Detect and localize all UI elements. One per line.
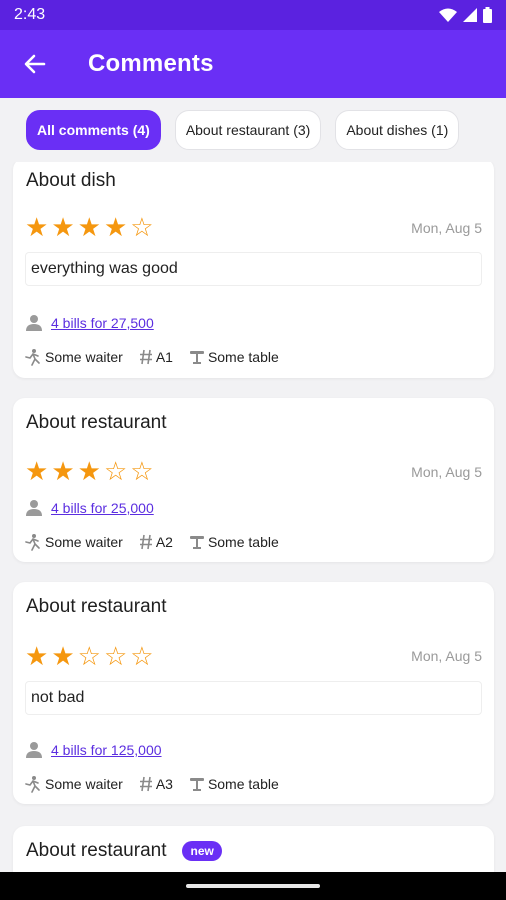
star-filled-icon: ★: [51, 456, 75, 486]
star-filled-icon: ★: [103, 212, 128, 242]
waiter-icon: [24, 348, 42, 366]
star-filled-icon: ★: [25, 641, 49, 671]
star-filled-icon: ★: [51, 641, 75, 671]
star-empty-icon: ☆: [103, 641, 128, 671]
waiter-icon: [24, 533, 42, 551]
table-code-info: A2: [139, 534, 173, 550]
waiter-info: Some waiter: [24, 533, 123, 551]
page-title: Comments: [88, 50, 214, 77]
table-code-info: A1: [139, 349, 173, 365]
bills-row: 4 bills for 27,500: [25, 314, 154, 332]
table-code: A3: [155, 776, 173, 792]
rating-stars: ★ ★ ☆ ☆ ☆: [25, 643, 154, 669]
comments-list[interactable]: About dish ★ ★ ★ ★ ☆ Mon, Aug 5 everything w…: [0, 98, 506, 872]
person-icon: [26, 742, 42, 758]
table-code: A2: [155, 534, 173, 550]
waiter-name: Some waiter: [45, 776, 123, 792]
bills-row: 4 bills for 25,000: [25, 499, 154, 517]
table-name: Some table: [207, 534, 279, 550]
comment-text: not bad: [25, 681, 482, 715]
arrow-left-icon: [24, 54, 46, 74]
tab-about-restaurant[interactable]: About restaurant (3): [174, 110, 322, 150]
status-time: 2:43: [14, 6, 46, 23]
star-filled-icon: ★: [25, 212, 49, 242]
table-info: Some table: [189, 349, 279, 365]
star-filled-icon: ★: [51, 212, 75, 242]
rating-stars: ★ ★ ★ ★ ☆: [25, 214, 154, 240]
hash-icon: [139, 349, 153, 365]
table-name: Some table: [207, 349, 279, 365]
comment-title: About dish: [26, 170, 116, 191]
table-code-info: A3: [139, 776, 173, 792]
bills-link[interactable]: 4 bills for 27,500: [51, 315, 154, 331]
battery-icon: [483, 7, 492, 23]
wifi-icon: [439, 8, 457, 22]
star-empty-icon: ☆: [77, 641, 101, 671]
comment-date: Mon, Aug 5: [411, 220, 482, 236]
waiter-name: Some waiter: [45, 534, 123, 550]
status-bar: 2:43: [0, 0, 506, 30]
comment-date: Mon, Aug 5: [411, 464, 482, 480]
comment-card: About dish ★ ★ ★ ★ ☆ Mon, Aug 5 everything w…: [13, 158, 494, 378]
bills-link[interactable]: 4 bills for 25,000: [51, 500, 154, 516]
meta-row: Some waiter A1 Some table: [24, 348, 295, 366]
status-icons: [439, 7, 492, 23]
waiter-info: Some waiter: [24, 348, 123, 366]
app-bar: Comments: [0, 30, 506, 98]
star-empty-icon: ☆: [130, 641, 154, 671]
waiter-info: Some waiter: [24, 775, 123, 793]
meta-row: Some waiter A2 Some table: [24, 533, 295, 551]
table-icon: [189, 349, 205, 365]
filter-tabs: All comments (4) About restaurant (3) Ab…: [0, 98, 506, 162]
comment-title: About restaurant: [26, 412, 167, 433]
home-indicator[interactable]: [186, 884, 320, 888]
meta-row: Some waiter A3 Some table: [24, 775, 295, 793]
comment-card: About restaurant new: [13, 826, 494, 872]
signal-icon: [463, 8, 477, 22]
hash-icon: [139, 534, 153, 550]
table-icon: [189, 534, 205, 550]
table-name: Some table: [207, 776, 279, 792]
star-empty-icon: ☆: [130, 456, 154, 486]
hash-icon: [139, 776, 153, 792]
table-code: A1: [155, 349, 173, 365]
star-empty-icon: ☆: [103, 456, 128, 486]
comment-card: About restaurant ★ ★ ★ ☆ ☆ Mon, Aug 5 4 bill…: [13, 398, 494, 562]
person-icon: [26, 315, 42, 331]
table-icon: [189, 776, 205, 792]
tab-all-comments[interactable]: All comments (4): [26, 110, 161, 150]
comment-title: About restaurant: [26, 596, 167, 617]
table-info: Some table: [189, 776, 279, 792]
tab-about-dishes[interactable]: About dishes (1): [335, 110, 460, 150]
comment-title: About restaurant: [26, 840, 167, 861]
star-filled-icon: ★: [77, 456, 101, 486]
bills-link[interactable]: 4 bills for 125,000: [51, 742, 162, 758]
comment-card: About restaurant ★ ★ ☆ ☆ ☆ Mon, Aug 5 not ba…: [13, 582, 494, 804]
waiter-name: Some waiter: [45, 349, 123, 365]
comment-date: Mon, Aug 5: [411, 648, 482, 664]
star-filled-icon: ★: [25, 456, 49, 486]
comment-title-row: About restaurant new: [26, 840, 222, 862]
new-badge: new: [182, 841, 222, 861]
rating-stars: ★ ★ ★ ☆ ☆: [25, 458, 154, 484]
back-button[interactable]: [0, 30, 70, 98]
bills-row: 4 bills for 125,000: [25, 741, 162, 759]
table-info: Some table: [189, 534, 279, 550]
star-empty-icon: ☆: [130, 212, 154, 242]
system-nav-bar: [0, 872, 506, 900]
star-filled-icon: ★: [77, 212, 101, 242]
comment-text: everything was good: [25, 252, 482, 286]
person-icon: [26, 500, 42, 516]
waiter-icon: [24, 775, 42, 793]
